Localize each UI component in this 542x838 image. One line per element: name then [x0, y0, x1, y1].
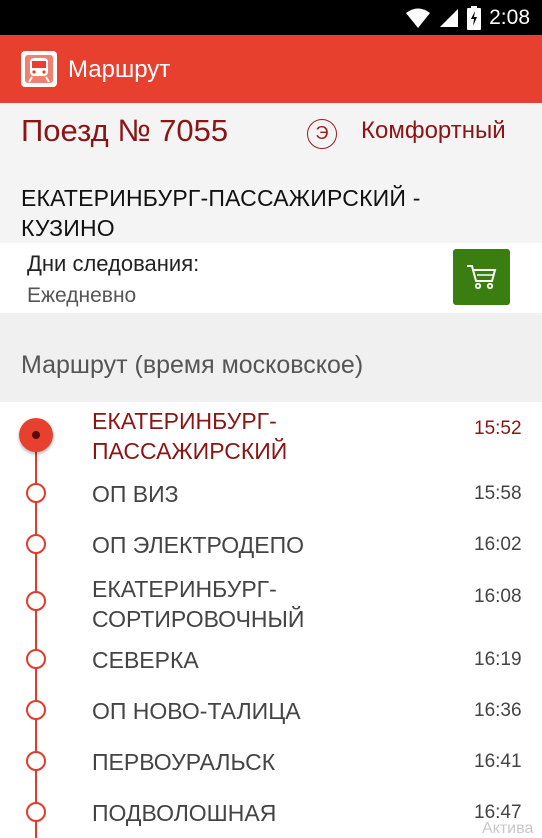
stop-time: 15:52 — [474, 418, 522, 439]
status-icons: 2:08 — [405, 4, 530, 32]
stop-time: 16:19 — [474, 649, 522, 670]
stop-marker — [26, 751, 46, 771]
train-class: Комфортный — [361, 117, 506, 144]
battery-icon — [467, 6, 482, 30]
stop-marker — [26, 591, 46, 611]
cart-icon — [466, 265, 496, 290]
activation-watermark: Актива — [482, 820, 534, 837]
days-of-operation: Дни следования: Ежедневно — [0, 243, 542, 313]
train-icon — [21, 51, 57, 87]
wifi-icon — [406, 8, 431, 28]
train-number: Поезд № 7055 — [21, 113, 229, 148]
stop-time: 15:58 — [474, 483, 522, 504]
current-stop-marker — [19, 418, 53, 452]
stop-time: 16:36 — [474, 700, 522, 721]
stop-name: ОП ЭЛЕКТРОДЕПО — [92, 532, 305, 558]
stop-name: ПОДВОЛОШНАЯ — [92, 800, 277, 826]
stop-marker — [26, 802, 46, 822]
stop-marker — [26, 700, 46, 720]
stop-name: СЕВЕРКА — [92, 647, 199, 673]
stop-marker — [26, 483, 46, 503]
train-header: Поезд № 7055 Э Комфортный ЕКАТЕРИНБУРГ-П… — [0, 103, 542, 243]
status-bar: 2:08 — [0, 0, 542, 35]
status-time: 2:08 — [489, 6, 530, 29]
train-route: ЕКАТЕРИНБУРГ-ПАССАЖИРСКИЙ - КУЗИНО — [21, 185, 421, 241]
stops-list: ЕКАТЕРИНБУРГ-ПАССАЖИРСКИЙ 15:52 ОП ВИЗ 1… — [0, 402, 542, 838]
days-value: Ежедневно — [27, 284, 137, 307]
stop-time: 16:41 — [474, 751, 522, 772]
stop-name: ОП НОВО-ТАЛИЦА — [92, 698, 301, 724]
signal-icon — [440, 9, 459, 27]
route-section-header: Маршрут (время московское) — [0, 313, 542, 402]
stop-marker — [26, 649, 46, 669]
stop-marker — [26, 534, 46, 554]
stop-name: ПЕРВОУРАЛЬСК — [92, 749, 276, 775]
comfort-class-icon: Э — [307, 119, 337, 149]
days-label: Дни следования: — [27, 251, 200, 276]
app-title: Маршрут — [68, 56, 171, 83]
stop-time: 16:02 — [474, 534, 522, 555]
app-bar: Маршрут — [0, 35, 542, 103]
stop-name: ОП ВИЗ — [92, 481, 179, 507]
stop-name: ЕКАТЕРИНБУРГ-ПАССАЖИРСКИЙ — [92, 408, 288, 464]
stop-time: 16:08 — [474, 586, 522, 607]
route-section-title: Маршрут (время московское) — [21, 351, 364, 379]
stop-name: ЕКАТЕРИНБУРГ-СОРТИРОВОЧНЫЙ — [92, 576, 305, 632]
buy-ticket-button[interactable] — [453, 249, 510, 305]
